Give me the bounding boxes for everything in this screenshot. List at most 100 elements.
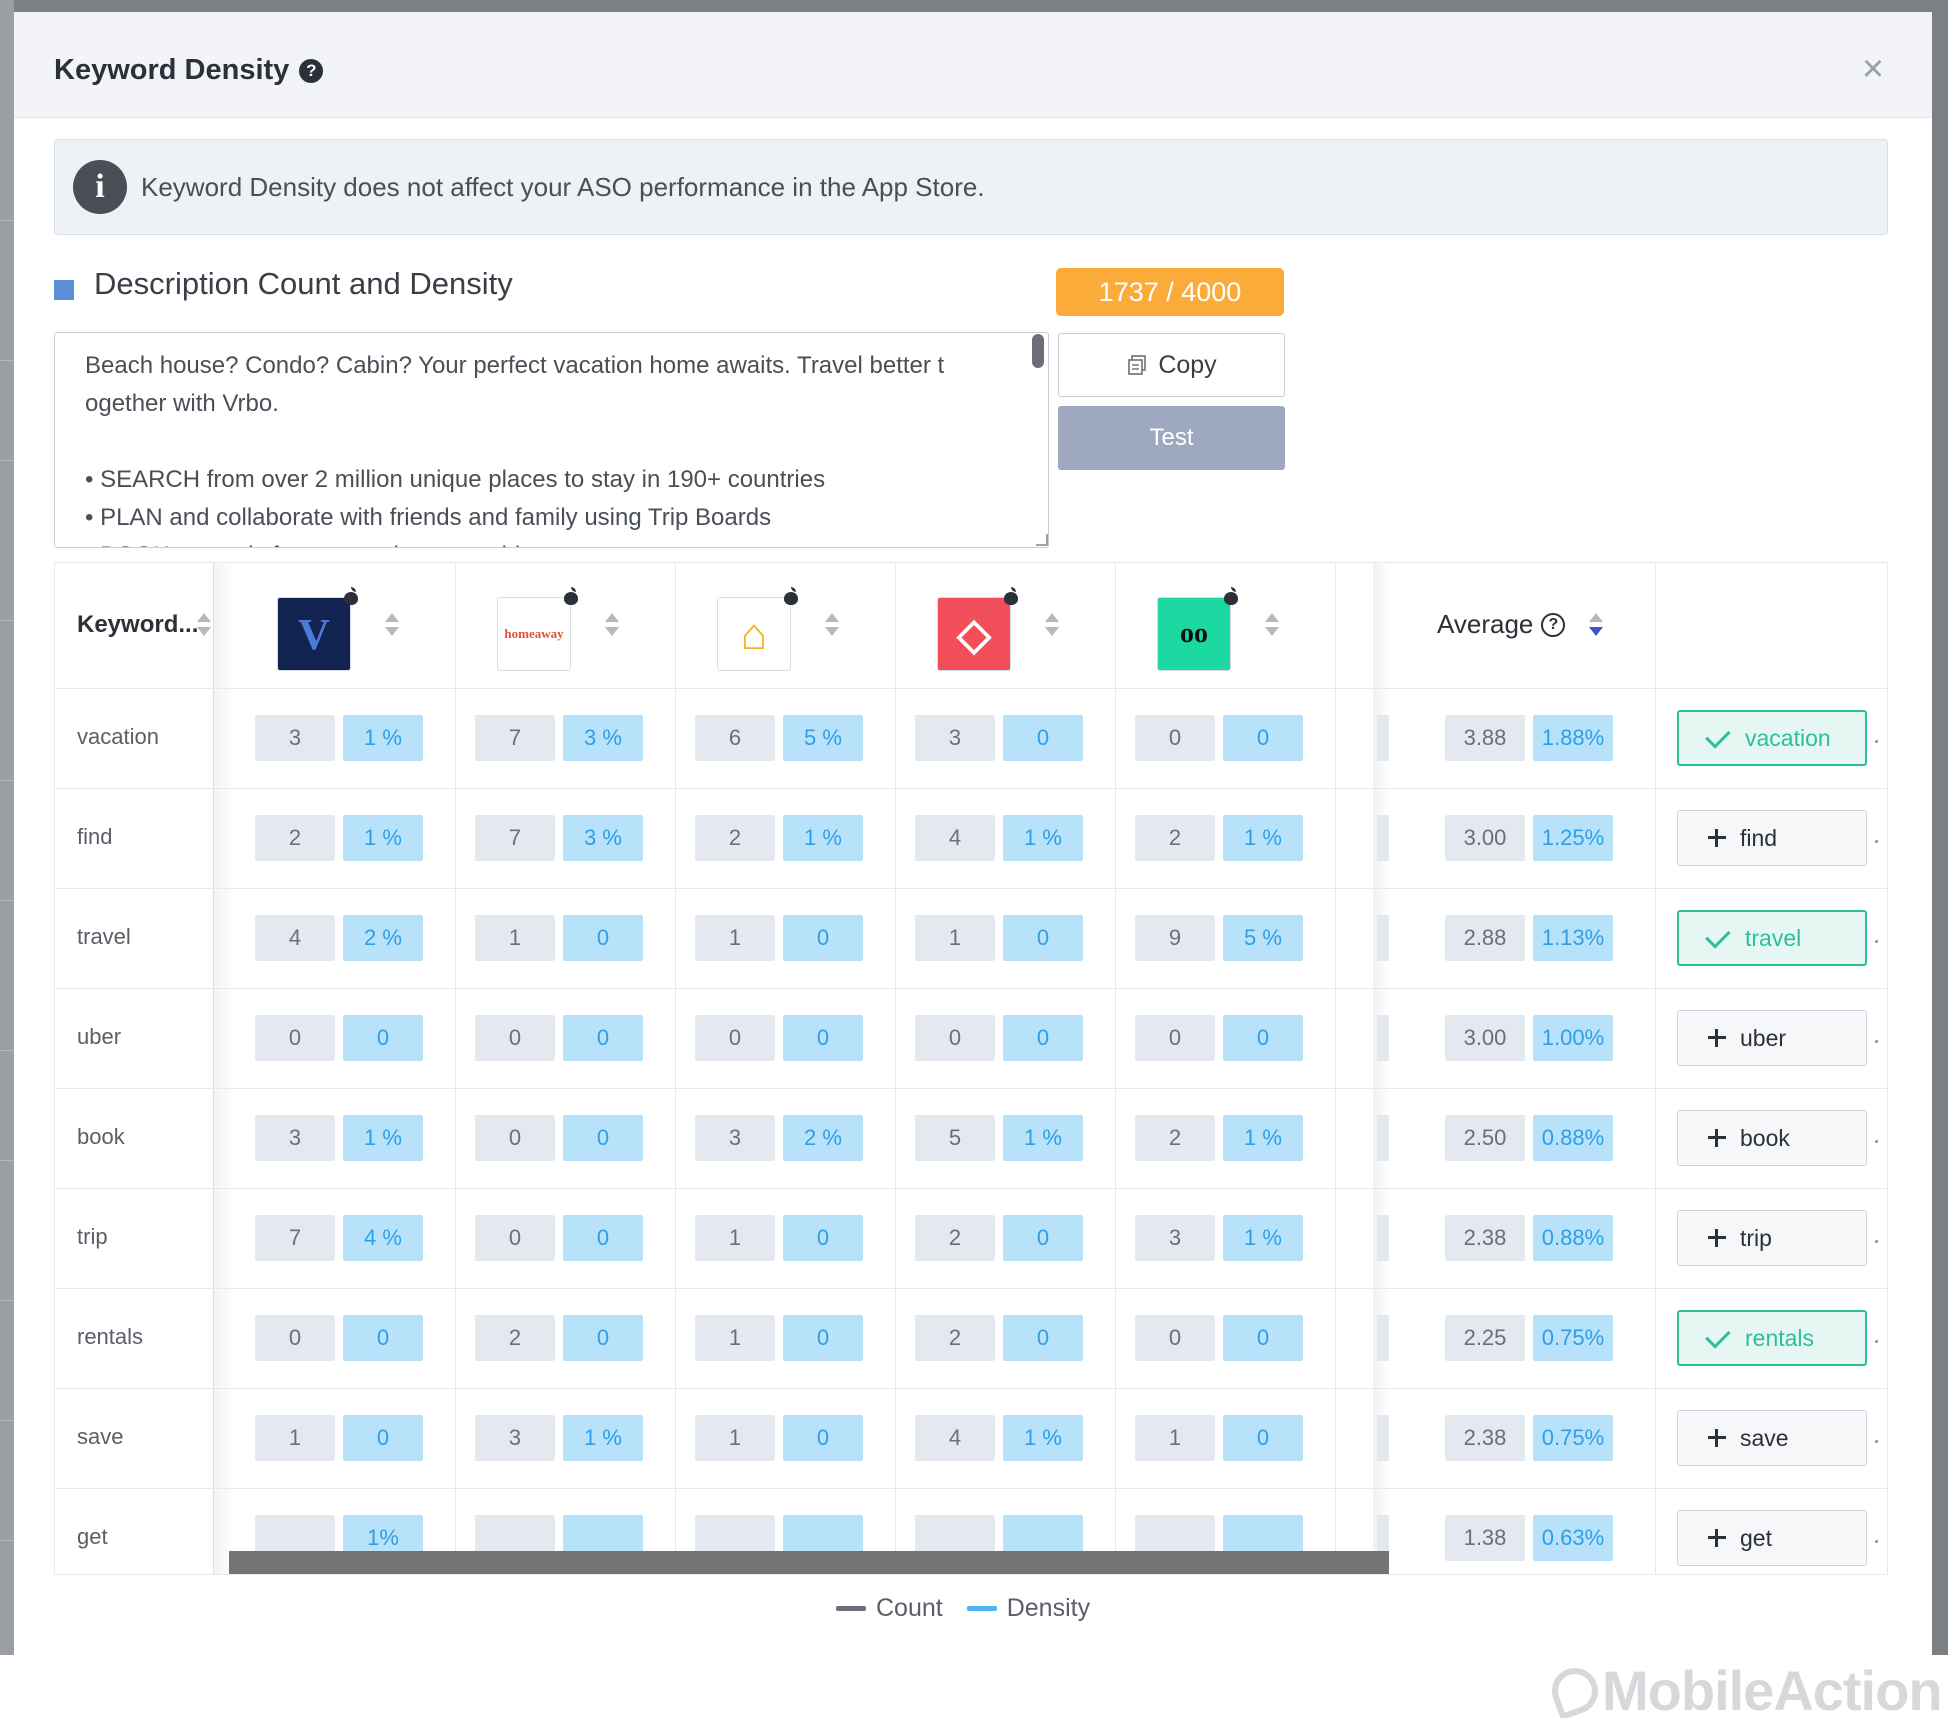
density-cell: 0 bbox=[783, 1415, 863, 1461]
copy-button[interactable]: Copy bbox=[1058, 333, 1285, 397]
app-column-sort-icon[interactable] bbox=[823, 611, 841, 641]
count-cell: 1 bbox=[695, 915, 775, 961]
count-cell: 1 bbox=[1135, 1415, 1215, 1461]
count-cell: 2 bbox=[475, 1315, 555, 1361]
hidden-column-cell bbox=[1377, 915, 1389, 961]
row-more-dot bbox=[1875, 1340, 1878, 1343]
homeaway-app-icon[interactable]: homeaway bbox=[497, 597, 571, 671]
section-title: Description Count and Density bbox=[94, 266, 513, 301]
keyword-column-header[interactable]: Keyword... bbox=[77, 611, 198, 639]
add-keyword-button[interactable]: book bbox=[1677, 1110, 1867, 1166]
mobileaction-logo: MobileAction bbox=[1545, 1658, 1943, 1718]
app-column-sort-icon[interactable] bbox=[383, 611, 401, 641]
apple-store-icon bbox=[1223, 587, 1239, 605]
row-divider bbox=[55, 1188, 1887, 1189]
description-line bbox=[85, 423, 1008, 461]
close-icon[interactable]: × bbox=[1858, 50, 1888, 88]
legend-density[interactable]: Density bbox=[966, 1594, 1090, 1623]
keyword-added-button[interactable]: travel bbox=[1677, 910, 1867, 966]
keyword-added-button[interactable]: vacation bbox=[1677, 710, 1867, 766]
count-cell: 0 bbox=[1135, 715, 1215, 761]
row-more-dot bbox=[1875, 940, 1878, 943]
add-keyword-button[interactable]: find bbox=[1677, 810, 1867, 866]
density-cell: 3 % bbox=[563, 715, 643, 761]
average-density-cell: 1.88% bbox=[1533, 715, 1613, 761]
count-cell: 0 bbox=[255, 1315, 335, 1361]
resize-handle-icon[interactable] bbox=[1036, 534, 1048, 546]
add-keyword-button[interactable]: save bbox=[1677, 1410, 1867, 1466]
count-cell: 2 bbox=[695, 815, 775, 861]
app-column-sort-icon[interactable] bbox=[1043, 611, 1061, 641]
action-button-label: get bbox=[1740, 1524, 1772, 1551]
plus-icon bbox=[1708, 1129, 1726, 1147]
average-density-cell: 0.88% bbox=[1533, 1115, 1613, 1161]
average-sort-icon[interactable] bbox=[1587, 611, 1605, 641]
row-divider bbox=[55, 1288, 1887, 1289]
keyword-cell: find bbox=[77, 824, 113, 849]
keyword-cell: save bbox=[77, 1424, 124, 1449]
average-count-cell: 2.50 bbox=[1445, 1115, 1525, 1161]
keyword-cell: get bbox=[77, 1524, 108, 1549]
app-column-sort-icon[interactable] bbox=[603, 611, 621, 641]
apple-store-icon bbox=[563, 587, 579, 605]
average-count-cell: 2.88 bbox=[1445, 915, 1525, 961]
legend-count[interactable]: Count bbox=[836, 1594, 943, 1623]
density-cell: 0 bbox=[783, 1215, 863, 1261]
hidden-column-cell bbox=[1377, 1115, 1389, 1161]
column-divider bbox=[895, 563, 896, 1574]
average-count-cell: 1.38 bbox=[1445, 1515, 1525, 1561]
hidden-column-cell bbox=[1377, 715, 1389, 761]
airbnb-app-icon[interactable]: ◇ bbox=[937, 597, 1011, 671]
count-cell: 3 bbox=[255, 715, 335, 761]
average-help-icon[interactable]: ? bbox=[1541, 612, 1566, 637]
test-button[interactable]: Test bbox=[1058, 406, 1285, 470]
count-cell: 0 bbox=[1135, 1015, 1215, 1061]
app-icon-glyph: ⌂ bbox=[740, 609, 768, 659]
row-more-dot bbox=[1875, 840, 1878, 843]
add-keyword-button[interactable]: trip bbox=[1677, 1210, 1867, 1266]
keyword-column-shadow bbox=[213, 563, 235, 1574]
column-divider bbox=[1335, 563, 1336, 1574]
app-column-sort-icon[interactable] bbox=[1263, 611, 1281, 641]
add-keyword-button[interactable]: get bbox=[1677, 1510, 1867, 1566]
count-cell: 2 bbox=[255, 815, 335, 861]
count-cell: 9 bbox=[1135, 915, 1215, 961]
description-textarea[interactable]: Beach house? Condo? Cabin? Your perfect … bbox=[54, 332, 1049, 548]
density-cell: 3 % bbox=[563, 815, 643, 861]
density-cell: 1 % bbox=[1003, 1415, 1083, 1461]
count-cell: 0 bbox=[1135, 1315, 1215, 1361]
density-cell: 0 bbox=[783, 1015, 863, 1061]
count-cell: 0 bbox=[915, 1015, 995, 1061]
keyword-cell: vacation bbox=[77, 724, 159, 749]
density-cell: 1 % bbox=[1223, 815, 1303, 861]
column-divider bbox=[1115, 563, 1116, 1574]
keyword-added-button[interactable]: rentals bbox=[1677, 1310, 1867, 1366]
check-icon bbox=[1705, 1323, 1731, 1349]
app-icon-glyph: oo bbox=[1180, 618, 1208, 649]
background-app-strip bbox=[0, 0, 14, 1655]
add-keyword-button[interactable]: uber bbox=[1677, 1010, 1867, 1066]
description-line: ogether with Vrbo. bbox=[85, 390, 279, 417]
legend-density-swatch bbox=[966, 1606, 997, 1611]
count-cell: 3 bbox=[915, 715, 995, 761]
keyword-sort-icon[interactable] bbox=[195, 611, 213, 641]
average-density-cell: 0.75% bbox=[1533, 1315, 1613, 1361]
count-cell: 3 bbox=[255, 1115, 335, 1161]
density-cell: 0 bbox=[1003, 1215, 1083, 1261]
description-scrollbar[interactable] bbox=[1032, 334, 1044, 368]
row-divider bbox=[55, 1488, 1887, 1489]
horizontal-scrollbar[interactable] bbox=[229, 1551, 1389, 1574]
house-app-icon[interactable]: ⌂ bbox=[717, 597, 791, 671]
copy-button-label: Copy bbox=[1158, 350, 1217, 379]
help-icon[interactable]: ? bbox=[299, 58, 324, 83]
density-cell: 0 bbox=[1003, 1015, 1083, 1061]
info-banner: i Keyword Density does not affect your A… bbox=[54, 139, 1888, 235]
vrbo-app-icon[interactable]: V bbox=[277, 597, 351, 671]
tripadvisor-app-icon[interactable]: oo bbox=[1157, 597, 1231, 671]
density-cell: 1 % bbox=[1003, 1115, 1083, 1161]
action-button-label: travel bbox=[1745, 924, 1802, 951]
count-cell: 1 bbox=[695, 1415, 775, 1461]
row-divider bbox=[55, 1388, 1887, 1389]
count-cell: 3 bbox=[475, 1415, 555, 1461]
action-button-label: find bbox=[1740, 824, 1778, 851]
